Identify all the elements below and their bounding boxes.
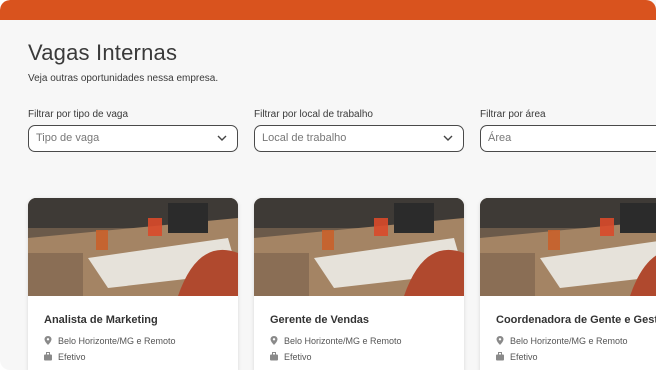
- job-location: Belo Horizonte/MG e Remoto: [44, 336, 176, 346]
- job-type-text: Efetivo: [284, 352, 312, 362]
- page: Vagas Internas Veja outras oportunidades…: [0, 0, 656, 370]
- chevron-down-icon: [443, 135, 453, 141]
- brand-top-bar: [0, 0, 656, 20]
- job-type-text: Efetivo: [510, 352, 538, 362]
- job-title: Analista de Marketing: [44, 314, 158, 326]
- job-location-text: Belo Horizonte/MG e Remoto: [284, 336, 402, 346]
- location-pin-icon: [270, 336, 278, 345]
- filter-location-label: Filtrar por local de trabalho: [254, 109, 373, 120]
- filter-type-label: Filtrar por tipo de vaga: [28, 109, 129, 120]
- filter-type-placeholder: Tipo de vaga: [36, 132, 100, 144]
- job-type: Efetivo: [496, 352, 538, 362]
- job-type-text: Efetivo: [58, 352, 86, 362]
- job-title: Gerente de Vendas: [270, 314, 370, 326]
- job-type: Efetivo: [44, 352, 86, 362]
- chevron-down-icon: [217, 135, 227, 141]
- briefcase-icon: [44, 352, 52, 361]
- location-pin-icon: [44, 336, 52, 345]
- briefcase-icon: [496, 352, 504, 361]
- job-card-photo: [28, 198, 238, 296]
- briefcase-icon: [270, 352, 278, 361]
- page-subtitle: Veja outras oportunidades nessa empresa.: [28, 73, 219, 84]
- filter-area-select[interactable]: Área: [480, 125, 656, 152]
- filter-location-placeholder: Local de trabalho: [262, 132, 347, 144]
- filter-area-label: Filtrar por área: [480, 109, 546, 120]
- job-card[interactable]: Gerente de Vendas Belo Horizonte/MG e Re…: [254, 198, 464, 370]
- job-location: Belo Horizonte/MG e Remoto: [496, 336, 628, 346]
- job-type: Efetivo: [270, 352, 312, 362]
- filter-type-select[interactable]: Tipo de vaga: [28, 125, 238, 152]
- filter-location-select[interactable]: Local de trabalho: [254, 125, 464, 152]
- job-location-text: Belo Horizonte/MG e Remoto: [510, 336, 628, 346]
- job-card[interactable]: Analista de Marketing Belo Horizonte/MG …: [28, 198, 238, 370]
- job-location: Belo Horizonte/MG e Remoto: [270, 336, 402, 346]
- page-title: Vagas Internas: [28, 40, 178, 65]
- job-card-photo: [480, 198, 656, 296]
- job-title: Coordenadora de Gente e Gestão: [496, 314, 656, 326]
- filter-area-placeholder: Área: [488, 132, 512, 144]
- location-pin-icon: [496, 336, 504, 345]
- job-card-photo: [254, 198, 464, 296]
- job-card[interactable]: Coordenadora de Gente e Gestão Belo Hori…: [480, 198, 656, 370]
- job-location-text: Belo Horizonte/MG e Remoto: [58, 336, 176, 346]
